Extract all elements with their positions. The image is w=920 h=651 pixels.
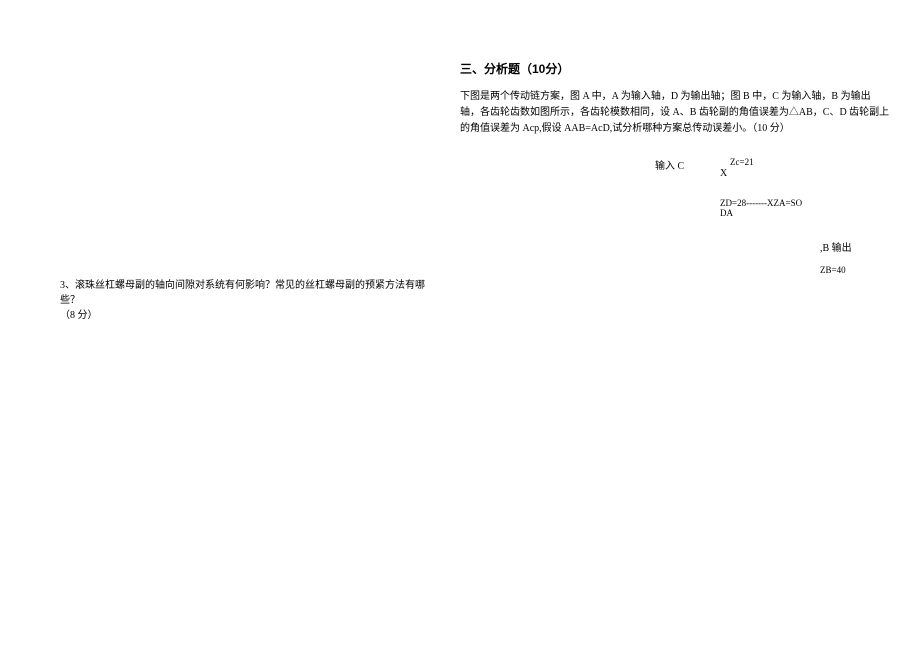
section-heading: 三、分析题（10分）: [460, 60, 890, 77]
zd-label: ZD=28-------XZA=SO: [720, 198, 802, 208]
da-label: DA: [720, 208, 733, 218]
question-3: 3、滚珠丝杠螺母副的轴向间隙对系统有何影响？常见的丝杠螺母副的预紧方法有哪些？ …: [60, 278, 440, 323]
zd-text: ZD=28-------XZA=SO: [720, 198, 802, 208]
problem-text: 下图是两个传动链方案，图 A 中，A 为输入轴，D 为输出轴；图 B 中，C 为…: [460, 89, 890, 137]
zc-text: Zc=21: [730, 157, 754, 167]
diagram-area: 输入 C Zc=21 X ZD=28-------XZA=SO DA ,B 输出…: [460, 157, 860, 277]
q3-text-line2: （8 分）: [60, 310, 98, 321]
b-output-label: ,B 输出: [820, 239, 852, 254]
q3-text-line1: 3、滚珠丝杠螺母副的轴向间隙对系统有何影响？常见的丝杠螺母副的预紧方法有哪些？: [60, 280, 425, 306]
input-c-label: 输入 C: [655, 157, 684, 172]
zb-label: ZB=40: [820, 265, 846, 275]
zc-label: Zc=21: [730, 157, 754, 167]
x-label: X: [720, 168, 727, 179]
zb-text: ZB=40: [820, 265, 846, 275]
